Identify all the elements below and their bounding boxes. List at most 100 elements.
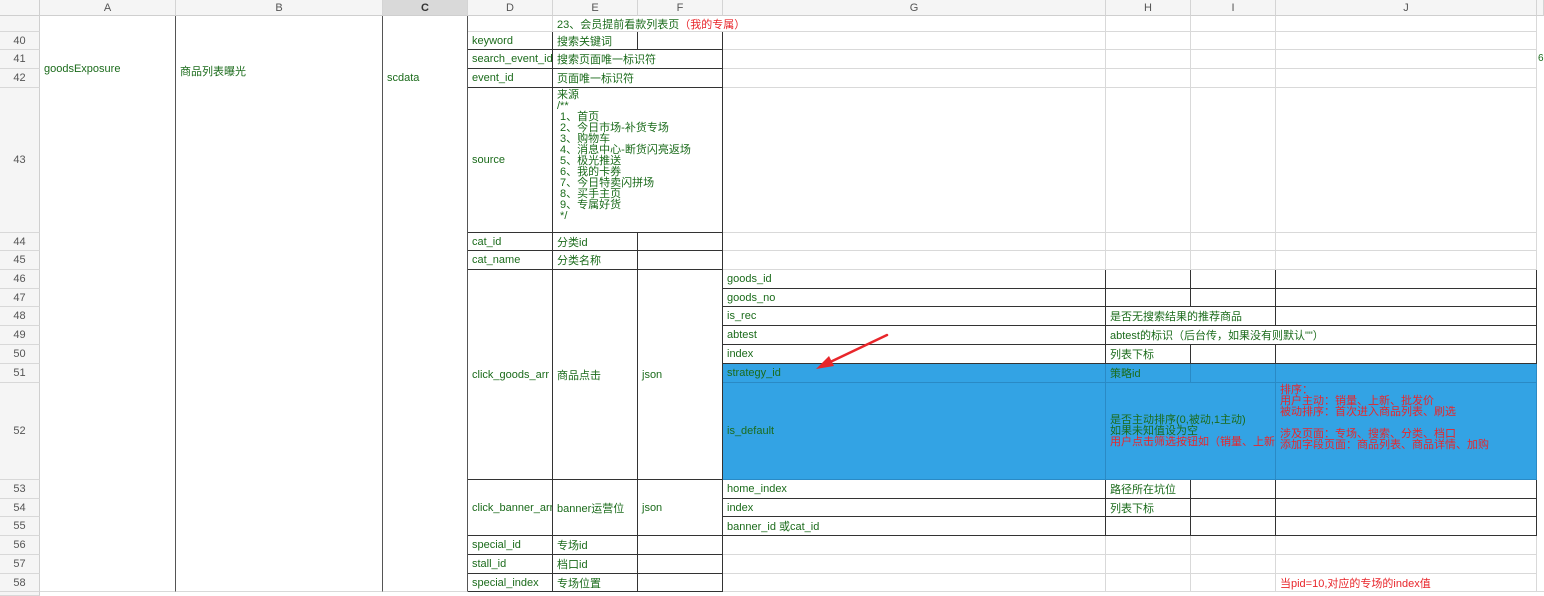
- cell-f57[interactable]: [638, 555, 723, 574]
- cell-i46[interactable]: [1191, 270, 1276, 289]
- cell-search-event-id-desc[interactable]: 搜索页面唯一标识符: [553, 50, 723, 69]
- cell-i56[interactable]: [1191, 536, 1276, 555]
- cell-i55[interactable]: [1191, 517, 1276, 536]
- column-header-i[interactable]: I: [1191, 0, 1276, 16]
- row-header-53[interactable]: 53: [0, 480, 40, 499]
- cell-h55[interactable]: [1106, 517, 1191, 536]
- cell-e39[interactable]: 23、会员提前看款列表页 （我的专属）: [553, 16, 1106, 32]
- cell-j51[interactable]: [1276, 364, 1537, 383]
- cell-j48[interactable]: [1276, 307, 1537, 326]
- cell-event-id-desc[interactable]: 页面唯一标识符: [553, 69, 723, 88]
- cell-g45[interactable]: [723, 251, 1106, 270]
- row-header-51[interactable]: 51: [0, 364, 40, 383]
- row-header-46[interactable]: 46: [0, 270, 40, 289]
- cell-keyword-desc[interactable]: 搜索关键词: [553, 32, 638, 50]
- cell-click-banner-type[interactable]: json: [638, 480, 723, 536]
- cell-click-goods-type[interactable]: json: [638, 270, 723, 480]
- cell-g40[interactable]: [723, 32, 1106, 50]
- cell-h39[interactable]: [1106, 16, 1191, 32]
- cell-i42[interactable]: [1191, 69, 1276, 88]
- cell-h42[interactable]: [1106, 69, 1191, 88]
- cell-i41[interactable]: [1191, 50, 1276, 69]
- cell-k-column[interactable]: 6: [1537, 16, 1544, 592]
- cell-j45[interactable]: [1276, 251, 1537, 270]
- cell-j46[interactable]: [1276, 270, 1537, 289]
- cell-special-index-note[interactable]: 当pid=10,对应的专场的index值: [1276, 574, 1537, 592]
- cell-goods-no[interactable]: goods_no: [723, 289, 1106, 307]
- cell-h47[interactable]: [1106, 289, 1191, 307]
- column-header-e[interactable]: E: [553, 0, 638, 16]
- row-header-56[interactable]: 56: [0, 536, 40, 555]
- cell-i53[interactable]: [1191, 480, 1276, 499]
- cell-event-desc[interactable]: 商品列表曝光: [176, 16, 383, 592]
- row-header-58[interactable]: 58: [0, 574, 40, 592]
- cell-table-name[interactable]: scdata: [383, 16, 468, 592]
- cell-source-desc[interactable]: 来源 /** 1、首页 2、今日市场-补货专场 3、购物车 4、消息中心-断货闪…: [553, 88, 723, 233]
- cell-goods-id[interactable]: goods_id: [723, 270, 1106, 289]
- row-header-57[interactable]: 57: [0, 555, 40, 574]
- cell-h41[interactable]: [1106, 50, 1191, 69]
- cell-banner-index[interactable]: index: [723, 499, 1106, 517]
- cell-stall-id[interactable]: stall_id: [468, 555, 553, 574]
- row-header-40[interactable]: 40: [0, 32, 40, 50]
- cell-g58[interactable]: [723, 574, 1106, 592]
- row-header-59[interactable]: [0, 592, 40, 596]
- select-all-corner[interactable]: [0, 0, 40, 16]
- column-header-f[interactable]: F: [638, 0, 723, 16]
- cell-search-event-id[interactable]: search_event_id: [468, 50, 553, 69]
- cell-j44[interactable]: [1276, 233, 1537, 251]
- cell-h58[interactable]: [1106, 574, 1191, 592]
- cell-f40[interactable]: [638, 32, 723, 50]
- cell-keyword[interactable]: keyword: [468, 32, 553, 50]
- cell-f56[interactable]: [638, 536, 723, 555]
- cell-h45[interactable]: [1106, 251, 1191, 270]
- column-header-b[interactable]: B: [176, 0, 383, 16]
- cell-f45[interactable]: [638, 251, 723, 270]
- cell-cat-name[interactable]: cat_name: [468, 251, 553, 270]
- cell-home-index-desc[interactable]: 路径所在坑位: [1106, 480, 1191, 499]
- row-header-52[interactable]: 52: [0, 383, 40, 480]
- row-header-50[interactable]: 50: [0, 345, 40, 364]
- cell-h56[interactable]: [1106, 536, 1191, 555]
- cell-click-goods-arr[interactable]: click_goods_arr: [468, 270, 553, 480]
- cell-f44[interactable]: [638, 233, 723, 251]
- cell-home-index[interactable]: home_index: [723, 480, 1106, 499]
- cell-i50[interactable]: [1191, 345, 1276, 364]
- row-header-47[interactable]: 47: [0, 289, 40, 307]
- cell-j56[interactable]: [1276, 536, 1537, 555]
- cell-j40[interactable]: [1276, 32, 1537, 50]
- cell-j47[interactable]: [1276, 289, 1537, 307]
- row-header-49[interactable]: 49: [0, 326, 40, 345]
- cell-j57[interactable]: [1276, 555, 1537, 574]
- cell-click-goods-desc[interactable]: 商品点击: [553, 270, 638, 480]
- row-header-48[interactable]: 48: [0, 307, 40, 326]
- cell-h44[interactable]: [1106, 233, 1191, 251]
- cell-click-banner-arr[interactable]: click_banner_arr: [468, 480, 553, 536]
- cell-j43[interactable]: [1276, 88, 1537, 233]
- cell-abtest-desc[interactable]: abtest的标识（后台传，如果没有则默认""）: [1106, 326, 1537, 345]
- cell-g56[interactable]: [723, 536, 1106, 555]
- cell-strategy-id-desc[interactable]: 策略id: [1106, 364, 1191, 383]
- cell-g57[interactable]: [723, 555, 1106, 574]
- cell-g43[interactable]: [723, 88, 1106, 233]
- cell-j55[interactable]: [1276, 517, 1537, 536]
- cell-index[interactable]: index: [723, 345, 1106, 364]
- cell-index-desc[interactable]: 列表下标: [1106, 345, 1191, 364]
- cell-is-default-note[interactable]: 排序： 用户主动：销量、上新、批发价 被动排序：首次进入商品列表、刷选 涉及页面…: [1276, 383, 1537, 480]
- cell-stall-id-desc[interactable]: 档口id: [553, 555, 638, 574]
- cell-i40[interactable]: [1191, 32, 1276, 50]
- cell-g44[interactable]: [723, 233, 1106, 251]
- cell-i51[interactable]: [1191, 364, 1276, 383]
- row-header-42[interactable]: 42: [0, 69, 40, 88]
- row-header-55[interactable]: 55: [0, 517, 40, 536]
- cell-i47[interactable]: [1191, 289, 1276, 307]
- cell-abtest[interactable]: abtest: [723, 326, 1106, 345]
- cell-i39[interactable]: [1191, 16, 1276, 32]
- column-header-h[interactable]: H: [1106, 0, 1191, 16]
- row-header-43[interactable]: 43: [0, 88, 40, 233]
- column-header-a[interactable]: A: [40, 0, 176, 16]
- cell-banner-id[interactable]: banner_id 或cat_id: [723, 517, 1106, 536]
- column-header-d[interactable]: D: [468, 0, 553, 16]
- row-header-39[interactable]: [0, 16, 40, 32]
- cell-cat-id[interactable]: cat_id: [468, 233, 553, 251]
